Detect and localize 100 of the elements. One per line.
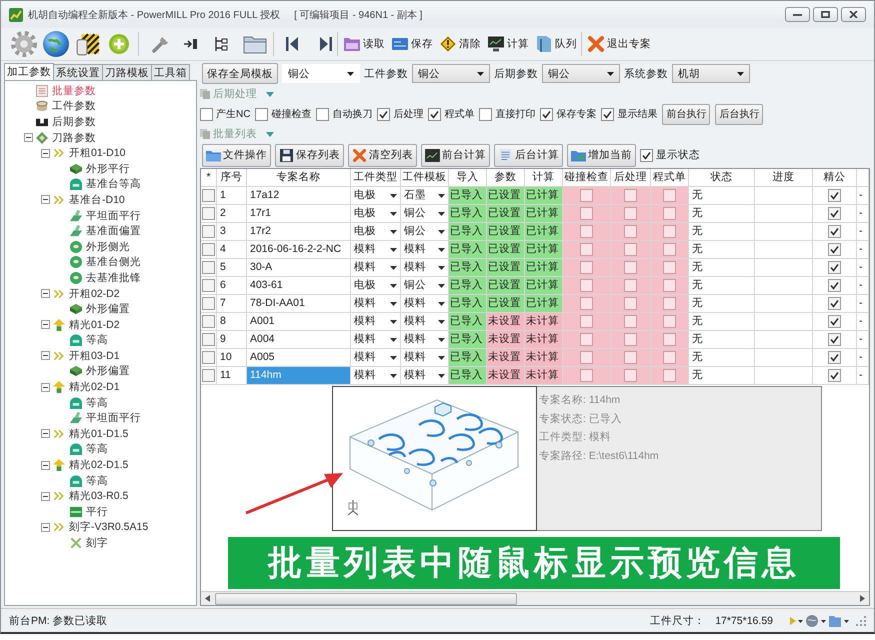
add-icon[interactable] (109, 34, 129, 54)
checkbox[interactable] (202, 261, 215, 274)
clear-button[interactable]: 清除 (439, 34, 482, 54)
checkbox[interactable] (202, 333, 215, 346)
checkbox[interactable] (663, 279, 676, 292)
checkbox[interactable] (624, 189, 637, 202)
checkbox[interactable] (377, 108, 390, 120)
checkbox[interactable] (624, 225, 637, 238)
checkbox[interactable] (828, 225, 841, 238)
table-cell[interactable]: 30-A (247, 259, 351, 277)
save-template-button[interactable]: 保存全局模板 (202, 63, 278, 84)
collapse-icon[interactable] (41, 195, 50, 204)
clear-list-button[interactable]: 清空列表 (348, 144, 417, 166)
scrollbar-thumb[interactable] (215, 593, 517, 605)
dropdown[interactable]: 铜公 (282, 64, 360, 83)
tab[interactable]: 系统设置 (53, 64, 103, 80)
table-cell[interactable]: 17a12 (247, 187, 351, 205)
checkbox[interactable] (255, 108, 268, 120)
collapse-icon[interactable] (41, 492, 50, 501)
checkbox[interactable] (580, 351, 593, 364)
checkbox-label[interactable]: 自动换刀 (332, 107, 372, 121)
checkbox[interactable] (663, 225, 676, 238)
checkbox[interactable] (663, 243, 676, 256)
tree-item[interactable]: 精光01-D1.5 (69, 426, 128, 441)
collapse-icon[interactable] (41, 522, 50, 532)
collapse-icon[interactable] (41, 429, 50, 438)
checkbox-label[interactable]: 程式单 (444, 107, 474, 121)
collapse-icon[interactable] (41, 351, 50, 360)
tree-item[interactable]: 等高 (86, 396, 108, 410)
type-dropdown[interactable]: 模料 (351, 331, 401, 349)
horizontal-scrollbar[interactable] (201, 591, 869, 605)
checkbox[interactable] (202, 279, 215, 292)
checkbox[interactable] (540, 108, 554, 120)
tree-item[interactable]: 开粗03-D1 (69, 348, 120, 363)
checkbox[interactable] (624, 369, 637, 382)
checkbox[interactable] (828, 207, 841, 220)
checkbox[interactable] (624, 333, 637, 346)
folder-menu-icon[interactable] (829, 614, 849, 626)
collapse-icon[interactable] (41, 382, 50, 392)
tab[interactable]: 刀路模板 (102, 64, 152, 80)
folder-icon[interactable] (243, 34, 267, 54)
background-compute-button[interactable]: 后台计算 (494, 144, 563, 166)
checkbox[interactable] (624, 243, 637, 256)
checkbox-label[interactable]: 显示结果 (617, 107, 658, 121)
tree-item[interactable]: 精光02-D1.5 (69, 458, 128, 472)
checkbox[interactable] (479, 108, 492, 120)
dropdown[interactable]: 铜公 (542, 64, 620, 83)
checkbox[interactable] (200, 108, 213, 120)
checkbox[interactable] (828, 261, 841, 274)
tree-item[interactable]: 工件参数 (52, 99, 96, 114)
tree-item[interactable]: 外形偏置 (86, 302, 130, 316)
dropdown[interactable]: 机胡 (672, 64, 750, 83)
checkbox[interactable] (580, 369, 593, 382)
type-dropdown[interactable]: 电极 (351, 277, 401, 295)
checkbox-label[interactable]: 产生NC (216, 107, 250, 121)
run-button[interactable]: 后台执行 (715, 104, 764, 124)
checkbox[interactable] (663, 189, 676, 202)
table-cell[interactable]: 17r2 (247, 223, 351, 241)
type-dropdown[interactable]: 模料 (351, 295, 401, 313)
globe-icon[interactable] (43, 31, 69, 57)
checkbox[interactable] (663, 369, 676, 382)
tree-item[interactable]: 等高 (86, 474, 108, 488)
hierarchy-icon[interactable] (213, 36, 229, 52)
checkbox[interactable] (663, 297, 676, 310)
skip-back-icon[interactable] (284, 36, 300, 52)
checkbox[interactable] (202, 225, 215, 238)
checkbox[interactable] (580, 315, 593, 328)
skip-forward-icon[interactable] (318, 36, 334, 52)
tab[interactable]: 加工参数 (4, 63, 54, 80)
globe-menu-icon[interactable] (806, 614, 826, 626)
checkbox[interactable] (663, 333, 676, 346)
type-dropdown[interactable]: 模料 (351, 349, 401, 367)
checkbox[interactable] (624, 207, 637, 220)
foreground-compute-button[interactable]: 前台计算 (421, 144, 490, 166)
file-operations-button[interactable]: 文件操作 (202, 144, 271, 166)
caret-icon[interactable] (266, 92, 274, 96)
checkbox[interactable] (580, 189, 593, 202)
load-button[interactable]: 读取 (343, 34, 386, 54)
tree-item[interactable]: 平坦面平行 (86, 411, 141, 426)
tree-item[interactable]: 批量参数 (52, 84, 96, 98)
checkbox[interactable] (828, 189, 841, 202)
collapse-icon[interactable] (41, 460, 50, 470)
checkbox[interactable] (828, 279, 841, 292)
tree-item[interactable]: 精光01-D2 (69, 318, 120, 332)
checkbox[interactable] (663, 261, 676, 274)
checkbox[interactable] (202, 243, 215, 256)
tree-item[interactable]: 精光03-R0.5 (69, 489, 128, 504)
checkbox[interactable] (202, 189, 215, 202)
type-dropdown[interactable]: 模料 (351, 241, 401, 259)
checkbox-label[interactable]: 保存专案 (556, 107, 596, 121)
tree-item[interactable]: 基准台-D10 (69, 192, 125, 207)
checkbox[interactable] (580, 207, 593, 220)
tree-item[interactable]: 后期参数 (52, 114, 96, 129)
checkbox-label[interactable]: 后处理 (393, 107, 424, 121)
tree-item[interactable]: 等高 (86, 442, 108, 456)
checkbox[interactable] (580, 261, 593, 274)
collapse-icon[interactable] (41, 289, 50, 298)
save-list-button[interactable]: 保存列表 (275, 144, 344, 166)
table-cell[interactable]: A004 (247, 331, 351, 349)
tree-item[interactable]: 外形侧光 (86, 240, 130, 254)
